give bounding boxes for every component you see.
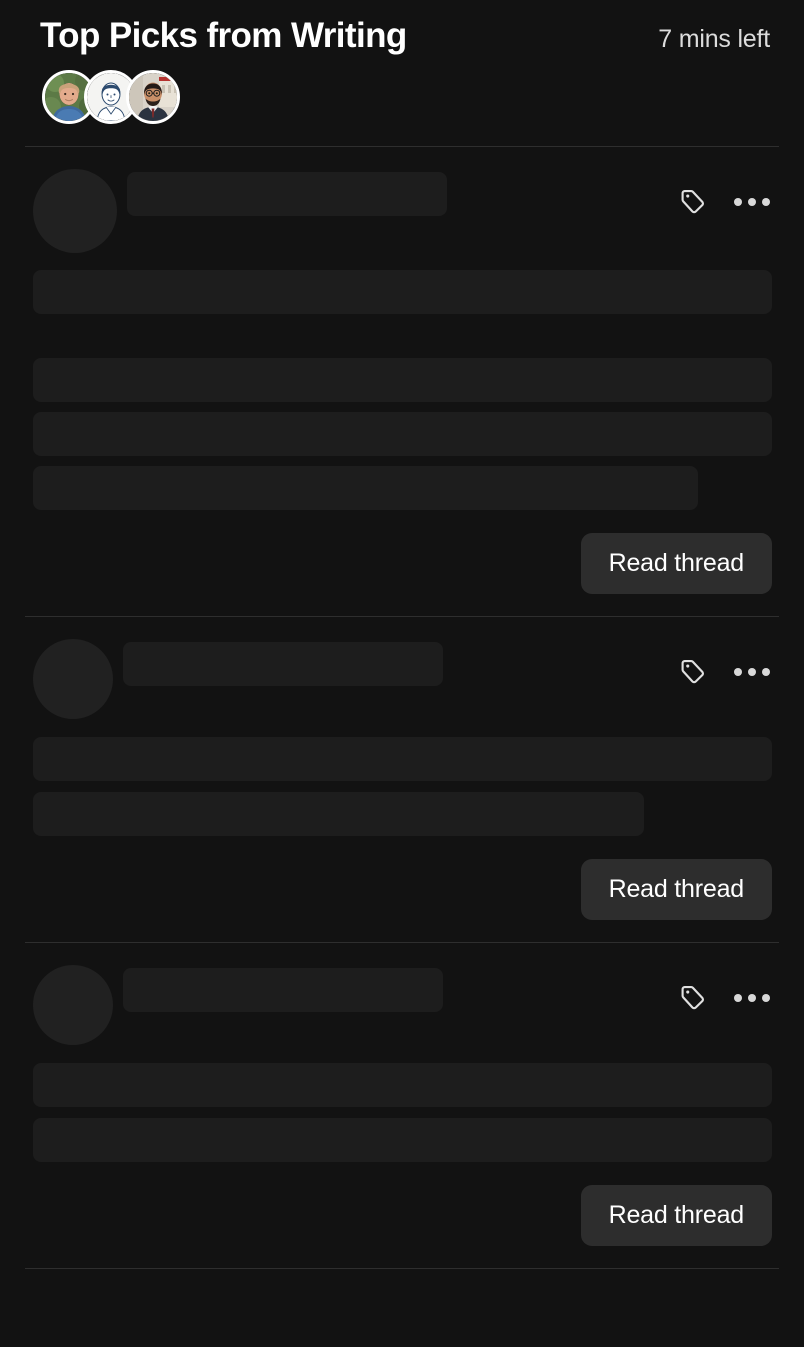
thread-card-list: Read thread Read thread Read thread [0,146,804,1269]
thread-card-actions [676,965,772,1014]
skeleton-body [33,737,772,836]
skeleton-title [123,968,443,1012]
skeleton-line [33,358,772,402]
skeleton-title [127,172,447,216]
skeleton-body [33,270,772,510]
thread-card-header [33,617,772,719]
top-picks-screen: Top Picks from Writing 7 mins left Read … [0,0,804,1347]
more-options-icon[interactable] [732,186,772,218]
time-remaining-label: 7 mins left [658,25,770,53]
skeleton-line [33,270,772,314]
read-thread-button[interactable]: Read thread [580,533,772,594]
skeleton-avatar [33,965,113,1045]
skeleton-line [33,466,698,510]
read-thread-button[interactable]: Read thread [580,859,772,920]
tag-icon[interactable] [676,982,708,1014]
thread-card: Read thread [0,147,804,616]
header: Top Picks from Writing 7 mins left [0,0,804,146]
skeleton-line [33,792,644,836]
read-thread-button[interactable]: Read thread [580,1185,772,1246]
thread-card-actions [676,169,772,218]
skeleton-line [33,1118,772,1162]
thread-card-footer: Read thread [33,836,772,942]
thread-card-header [33,943,772,1045]
tag-icon[interactable] [676,656,708,688]
more-options-icon[interactable] [732,982,772,1014]
skeleton-line [33,412,772,456]
avatar-stack [42,69,772,124]
thread-card-actions [676,639,772,688]
skeleton-line [33,737,772,781]
thread-card: Read thread [0,943,804,1268]
thread-card-footer: Read thread [33,510,772,616]
skeleton-line [33,1063,772,1107]
card-divider [25,1268,779,1269]
tag-icon[interactable] [676,186,708,218]
page-title: Top Picks from Writing [40,16,407,55]
skeleton-body [33,1063,772,1162]
skeleton-avatar [33,639,113,719]
skeleton-avatar [33,169,117,253]
thread-card: Read thread [0,617,804,942]
thread-card-header [33,147,772,253]
more-options-icon[interactable] [732,656,772,688]
thread-card-footer: Read thread [33,1162,772,1268]
header-row: Top Picks from Writing 7 mins left [40,14,772,58]
avatar[interactable] [126,69,180,124]
skeleton-title [123,642,443,686]
